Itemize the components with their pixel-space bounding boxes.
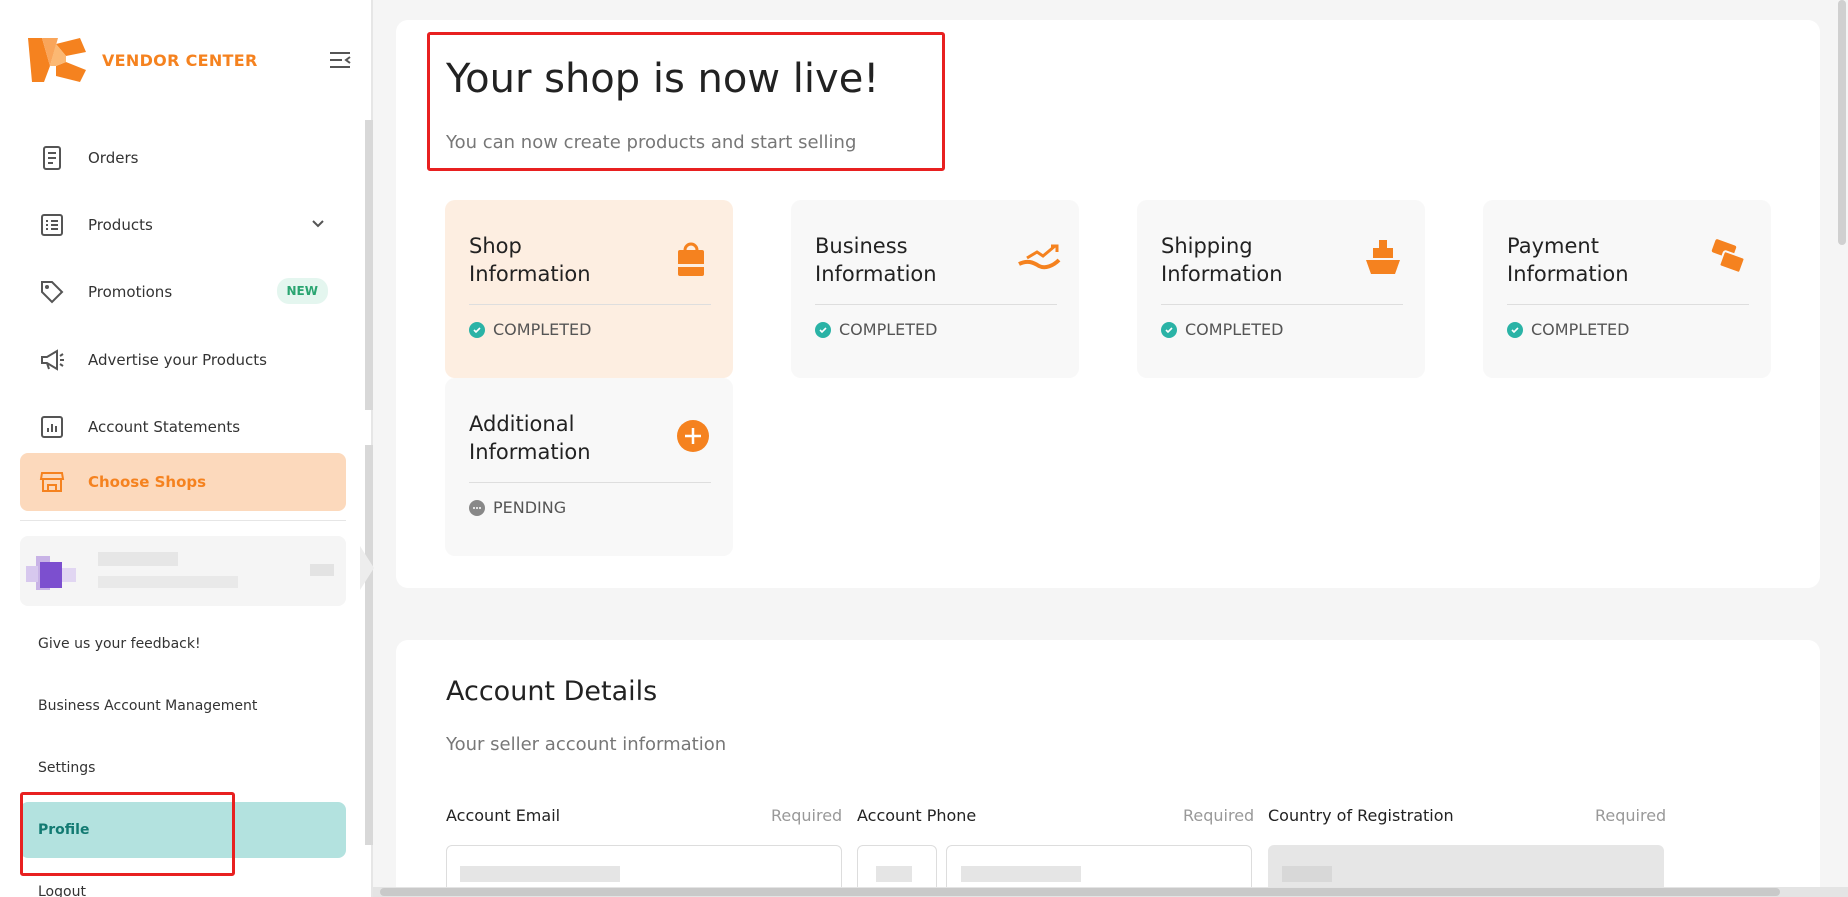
shop-meta-redacted (310, 564, 334, 576)
logo-mark-icon (28, 36, 90, 84)
brand-name: VENDOR CENTER (102, 50, 258, 70)
sidebar-item-products[interactable]: Products (20, 197, 346, 253)
chart-icon (38, 413, 66, 441)
tile-business-information[interactable]: Business Information COMPLETED (791, 200, 1079, 378)
divider (1161, 304, 1403, 305)
sidebar-item-choose-shops[interactable]: Choose Shops (20, 453, 346, 511)
shop-avatar (26, 548, 86, 598)
sidebar-item-label: Products (88, 216, 153, 234)
status-text: PENDING (493, 498, 567, 517)
email-required-label: Required (771, 806, 843, 825)
shop-pointer (360, 546, 374, 590)
sidebar-item-label: Promotions (88, 283, 173, 301)
highlight-box-hero (427, 32, 945, 171)
logout-link[interactable]: Logout (38, 884, 86, 897)
sidebar-scrollbar-lower[interactable] (365, 445, 373, 845)
sidebar-item-orders[interactable]: Orders (20, 130, 346, 186)
country-field-label: Country of Registration (1268, 806, 1454, 825)
sidebar-item-label: Choose Shops (88, 473, 207, 491)
divider (20, 520, 346, 521)
shop-id-redacted (98, 576, 238, 588)
sidebar-item-account-statements[interactable]: Account Statements (20, 399, 346, 455)
feedback-link[interactable]: Give us your feedback! (38, 636, 201, 652)
horizontal-scrollbar-thumb[interactable] (380, 888, 1780, 896)
business-account-link[interactable]: Business Account Management (38, 698, 257, 714)
status-badge: COMPLETED (1507, 320, 1629, 339)
tile-shop-information[interactable]: Shop Information COMPLETED (445, 200, 733, 378)
email-field-label: Account Email (446, 806, 561, 825)
check-circle-icon (815, 321, 831, 338)
divider (469, 482, 711, 483)
growth-hand-icon (1017, 238, 1061, 278)
tile-payment-information[interactable]: Payment Information COMPLETED (1483, 200, 1771, 378)
status-text: COMPLETED (493, 320, 592, 339)
onboarding-card: Your shop is now live! You can now creat… (396, 20, 1820, 588)
tile-title: Shipping Information (1161, 234, 1283, 286)
ship-icon (1363, 238, 1403, 278)
phone-code-redacted (876, 866, 912, 882)
status-text: COMPLETED (1185, 320, 1284, 339)
divider (469, 304, 711, 305)
check-circle-icon (1507, 321, 1523, 338)
phone-value-redacted (961, 866, 1081, 882)
tile-title: Payment Information (1507, 234, 1629, 286)
shop-name-redacted (98, 552, 178, 566)
shop-selector[interactable] (20, 536, 346, 606)
chevron-down-icon[interactable] (310, 215, 326, 231)
new-badge: NEW (276, 278, 328, 304)
shopping-bag-icon (671, 238, 711, 278)
tag-icon (38, 278, 66, 306)
cards-icon (1709, 238, 1749, 278)
tile-shipping-information[interactable]: Shipping Information COMPLETED (1137, 200, 1425, 378)
sidebar: VENDOR CENTER Orders Products Promotions… (0, 0, 374, 897)
store-icon (38, 468, 66, 496)
vertical-scrollbar-thumb[interactable] (1838, 0, 1846, 245)
account-details-card: Account Details Your seller account info… (396, 640, 1820, 897)
more-circle-icon (469, 499, 485, 516)
status-badge: COMPLETED (1161, 320, 1283, 339)
tile-title: Business Information (815, 234, 937, 286)
phone-required-label: Required (1183, 806, 1255, 825)
status-text: COMPLETED (1531, 320, 1630, 339)
check-circle-icon (469, 321, 485, 338)
settings-link[interactable]: Settings (38, 760, 95, 776)
divider (1507, 304, 1749, 305)
tile-title: Additional Information (469, 412, 591, 464)
sidebar-item-promotions[interactable]: Promotions NEW (20, 264, 346, 320)
sidebar-item-label: Advertise your Products (88, 351, 267, 369)
receipt-icon (38, 144, 66, 172)
status-badge: COMPLETED (469, 320, 591, 339)
country-value-redacted (1282, 866, 1332, 882)
sidebar-scrollbar[interactable] (365, 120, 373, 410)
sidebar-item-advertise[interactable]: Advertise your Products (20, 332, 346, 388)
phone-field-label: Account Phone (857, 806, 977, 825)
status-text: COMPLETED (839, 320, 938, 339)
check-circle-icon (1161, 321, 1177, 338)
tile-additional-information[interactable]: Additional Information PENDING (445, 378, 733, 556)
divider (815, 304, 1057, 305)
sidebar-item-label: Account Statements (88, 418, 241, 436)
section-subtitle: Your seller account information (446, 734, 727, 755)
email-value-redacted (460, 866, 620, 882)
highlight-box-profile (20, 792, 235, 876)
status-badge: COMPLETED (815, 320, 937, 339)
sidebar-item-label: Orders (88, 149, 139, 167)
megaphone-icon (38, 346, 66, 374)
tile-title: Shop Information (469, 234, 591, 286)
section-title: Account Details (446, 676, 658, 707)
brand-logo[interactable]: VENDOR CENTER (28, 36, 258, 84)
list-icon (38, 211, 66, 239)
collapse-menu-icon[interactable] (328, 50, 352, 70)
plus-circle-icon[interactable] (671, 416, 711, 456)
country-required-label: Required (1595, 806, 1667, 825)
status-badge: PENDING (469, 498, 566, 517)
